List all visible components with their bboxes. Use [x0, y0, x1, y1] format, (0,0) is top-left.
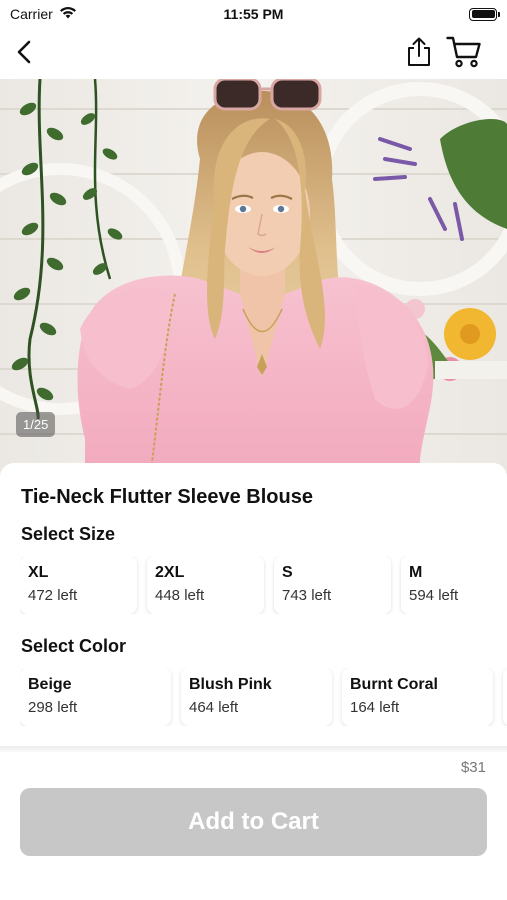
color-name: Beige — [28, 676, 72, 693]
product-photo-illustration — [0, 79, 507, 479]
product-title: Tie-Neck Flutter Sleeve Blouse — [21, 486, 313, 508]
chevron-left-icon — [16, 39, 32, 70]
wifi-icon — [59, 6, 77, 22]
add-to-cart-button[interactable]: Add to Cart — [20, 788, 487, 856]
status-left: Carrier — [10, 6, 77, 22]
back-button[interactable] — [4, 34, 44, 74]
cart-icon — [446, 36, 482, 73]
cart-button[interactable] — [444, 34, 484, 74]
divider — [0, 746, 507, 752]
color-option[interactable] — [503, 668, 507, 726]
color-option[interactable]: Blush Pink 464 left — [181, 668, 332, 726]
size-stock: 472 left — [28, 587, 78, 604]
size-option[interactable]: M 594 left — [401, 556, 507, 614]
battery-icon — [469, 7, 500, 21]
select-color-label: Select Color — [21, 636, 127, 656]
size-options: XL 472 left 2XL 448 left S 743 left M 59… — [20, 556, 507, 614]
size-stock: 594 left — [409, 587, 459, 604]
size-option[interactable]: XL 472 left — [20, 556, 137, 614]
carrier-label: Carrier — [10, 6, 53, 22]
size-name: 2XL — [155, 564, 185, 581]
color-name: Blush Pink — [189, 676, 272, 693]
size-option[interactable]: S 743 left — [274, 556, 391, 614]
price: $31 — [460, 759, 486, 776]
color-stock: 298 left — [28, 699, 78, 716]
size-stock: 743 left — [282, 587, 332, 604]
color-option[interactable]: Beige 298 left — [20, 668, 171, 726]
color-option[interactable]: Burnt Coral 164 left — [342, 668, 493, 726]
color-stock: 164 left — [350, 699, 400, 716]
color-name: Burnt Coral — [350, 676, 438, 693]
share-button[interactable] — [399, 34, 439, 74]
product-detail-sheet: Tie-Neck Flutter Sleeve Blouse Select Si… — [0, 463, 507, 900]
nav-bar — [0, 28, 507, 78]
size-name: XL — [28, 564, 49, 581]
size-stock: 448 left — [155, 587, 205, 604]
status-bar: Carrier 11:55 PM — [0, 0, 507, 28]
size-name: S — [282, 564, 293, 581]
color-stock: 464 left — [189, 699, 239, 716]
size-name: M — [409, 564, 423, 581]
color-options: Beige 298 left Blush Pink 464 left Burnt… — [20, 668, 507, 726]
select-size-label: Select Size — [21, 524, 116, 544]
size-option[interactable]: 2XL 448 left — [147, 556, 264, 614]
share-icon — [406, 37, 432, 72]
product-photo[interactable]: 1/25 — [0, 79, 507, 479]
photo-counter: 1/25 — [16, 412, 56, 437]
